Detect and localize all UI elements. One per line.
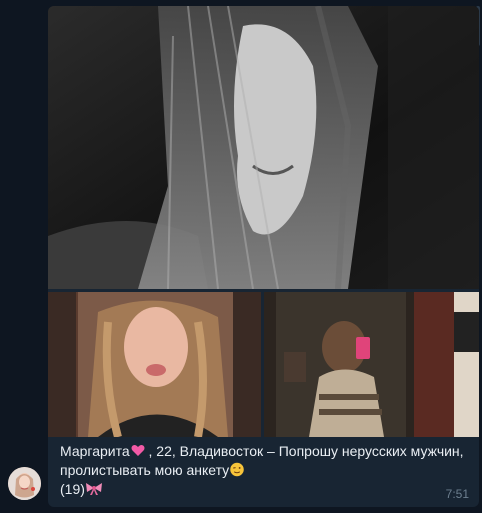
- message-time: 7:51: [445, 487, 469, 501]
- winking-face-icon: [229, 462, 245, 477]
- chat-area: Маргарита , 22, Владивосток – Попрошу не…: [0, 0, 482, 513]
- message-bubble[interactable]: Маргарита , 22, Владивосток – Попрошу не…: [48, 6, 479, 507]
- photo-main-portrait[interactable]: [48, 6, 479, 289]
- ribbon-bow-icon: [85, 481, 102, 496]
- sender-avatar[interactable]: [8, 467, 41, 500]
- pink-heart-icon: [131, 443, 145, 456]
- caption-line3-text: (19): [60, 481, 85, 497]
- message-caption: Маргарита , 22, Владивосток – Попрошу не…: [60, 442, 465, 499]
- caption-line1-text: , 22, Владивосток – Попрошу нерусских му…: [144, 443, 464, 459]
- caption-line2-text: пролистывать мою анкету: [60, 462, 230, 478]
- photo-mirror-selfie[interactable]: [264, 292, 479, 437]
- photo-selfie-left[interactable]: [48, 292, 261, 437]
- caption-name: Маргарита: [60, 443, 130, 459]
